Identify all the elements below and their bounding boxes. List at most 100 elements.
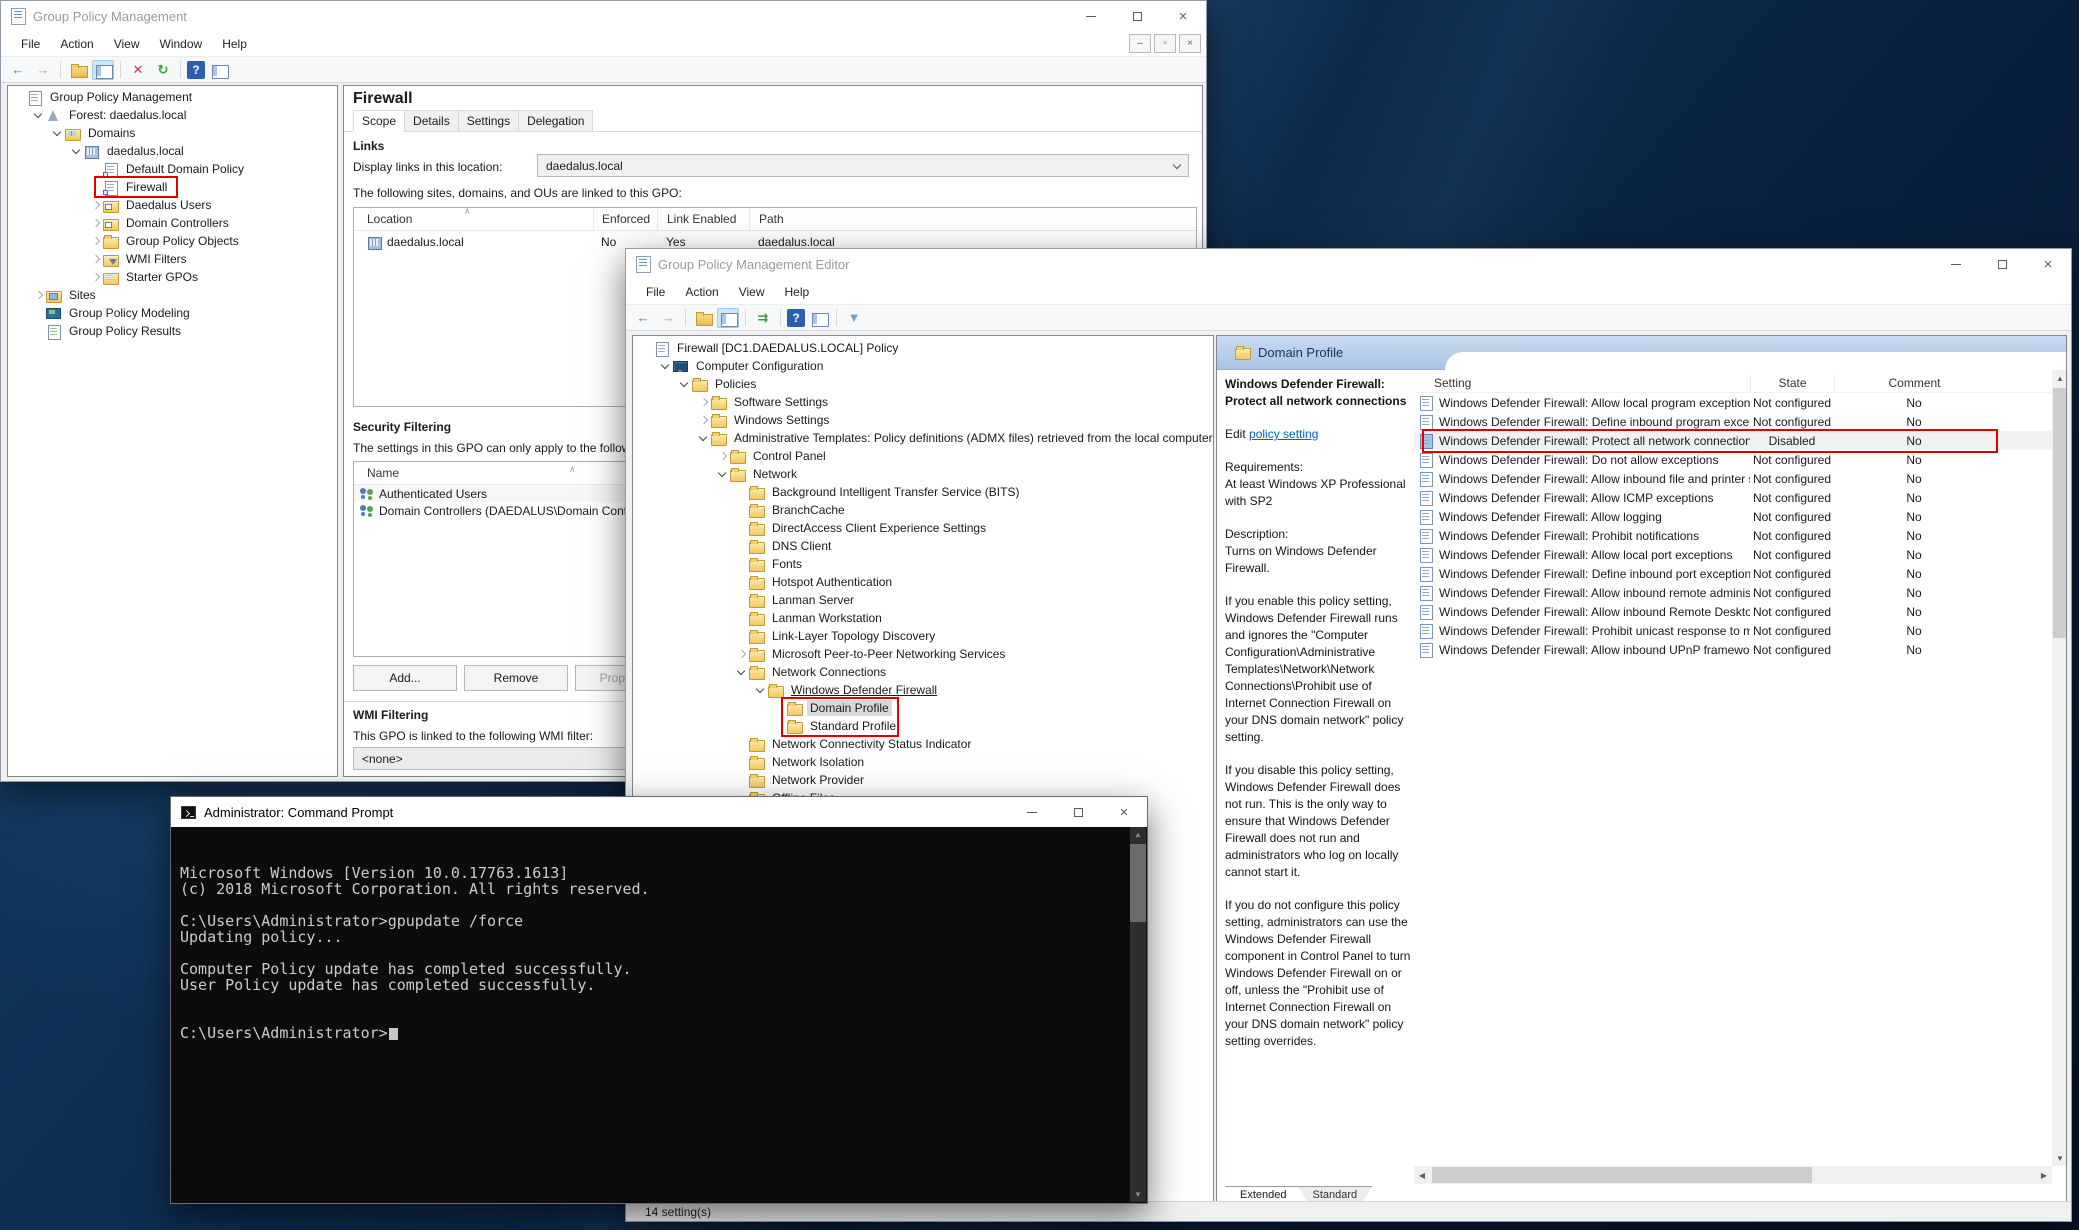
menu-window[interactable]: Window <box>150 33 213 55</box>
scroll-up-icon[interactable]: ▲ <box>2052 370 2066 386</box>
tree-item-fonts[interactable]: Fonts <box>633 555 1213 573</box>
tree-item-group-policy-modeling[interactable]: Group Policy Modeling <box>8 304 337 322</box>
tree-item-daedalus-local[interactable]: daedalus.local <box>8 142 337 160</box>
mdi-restore-button[interactable]: ▫ <box>1154 34 1176 53</box>
maximize-button[interactable] <box>1114 1 1160 31</box>
close-button[interactable]: × <box>2025 249 2071 279</box>
chevron-expanded-icon[interactable] <box>71 145 84 158</box>
setting-row-windows-defender-firewall-allow-inbound-re[interactable]: Windows Defender Firewall: Allow inbound… <box>1414 583 2052 602</box>
setting-row-windows-defender-firewall-define-inbound-p[interactable]: Windows Defender Firewall: Define inboun… <box>1414 412 2052 431</box>
close-button[interactable]: × <box>1160 1 1206 31</box>
column-comment[interactable]: Comment <box>1834 374 1994 392</box>
chevron-collapsed-icon[interactable] <box>90 235 103 248</box>
back-icon[interactable]: ← <box>7 60 29 80</box>
tree-item-firewall[interactable]: Firewall <box>8 178 337 196</box>
tree-item-domains[interactable]: Domains <box>8 124 337 142</box>
tree-item-lanman-server[interactable]: Lanman Server <box>633 591 1213 609</box>
tree-item-network-provider[interactable]: Network Provider <box>633 771 1213 789</box>
tree-item-domain-controllers[interactable]: Domain Controllers <box>8 214 337 232</box>
mdi-minimize-button[interactable]: – <box>1129 34 1151 53</box>
filter-icon[interactable]: ▼ <box>843 308 865 328</box>
delete-icon[interactable]: ✕ <box>127 60 149 80</box>
tree-item-policies[interactable]: Policies <box>633 375 1213 393</box>
export-icon[interactable]: ⇉ <box>752 308 774 328</box>
tree-item-administrative-templates-policy-definition[interactable]: Administrative Templates: Policy definit… <box>633 429 1213 447</box>
setting-row-windows-defender-firewall-prohibit-notific[interactable]: Windows Defender Firewall: Prohibit noti… <box>1414 526 2052 545</box>
menu-view[interactable]: View <box>729 281 775 303</box>
gpm-titlebar[interactable]: Group Policy Management × <box>1 1 1206 31</box>
menu-action[interactable]: Action <box>675 281 728 303</box>
display-links-dropdown[interactable]: daedalus.local <box>537 154 1189 177</box>
help-icon[interactable]: ? <box>187 60 205 79</box>
setting-row-windows-defender-firewall-prohibit-unicast[interactable]: Windows Defender Firewall: Prohibit unic… <box>1414 621 2052 640</box>
setting-row-windows-defender-firewall-allow-inbound-re[interactable]: Windows Defender Firewall: Allow inbound… <box>1414 602 2052 621</box>
tree-item-sites[interactable]: Sites <box>8 286 337 304</box>
tab-delegation[interactable]: Delegation <box>518 110 594 132</box>
setting-row-windows-defender-firewall-allow-local-prog[interactable]: Windows Defender Firewall: Allow local p… <box>1414 393 2052 412</box>
console-output[interactable]: Microsoft Windows [Version 10.0.17763.16… <box>172 827 1146 1202</box>
up-icon[interactable] <box>67 60 89 80</box>
tree-item-starter-gpos[interactable]: Starter GPOs <box>8 268 337 286</box>
chevron-collapsed-icon[interactable] <box>698 396 711 409</box>
vertical-scrollbar[interactable]: ▲ ▼ <box>2052 370 2066 1166</box>
setting-row-windows-defender-firewall-allow-local-port[interactable]: Windows Defender Firewall: Allow local p… <box>1414 545 2052 564</box>
remove-button[interactable]: Remove <box>464 665 568 691</box>
column-path[interactable]: Path <box>749 208 1196 230</box>
column-location[interactable]: Location ∧ <box>354 206 593 230</box>
minimize-button[interactable] <box>1009 797 1055 827</box>
tree-item-daedalus-users[interactable]: Daedalus Users <box>8 196 337 214</box>
tree-item-hotspot-authentication[interactable]: Hotspot Authentication <box>633 573 1213 591</box>
tree-item-wmi-filters[interactable]: WMI Filters <box>8 250 337 268</box>
tree-item-forest-daedalus-local[interactable]: Forest: daedalus.local <box>8 106 337 124</box>
menu-action[interactable]: Action <box>50 33 103 55</box>
chevron-collapsed-icon[interactable] <box>90 217 103 230</box>
refresh-icon[interactable]: ↻ <box>152 60 174 80</box>
scrollbar-thumb[interactable] <box>1432 1167 1812 1183</box>
chevron-expanded-icon[interactable] <box>660 360 673 373</box>
tree-item-domain-profile[interactable]: Domain Profile <box>633 699 1213 717</box>
tree-item-background-intelligent-transfer-service-bi[interactable]: Background Intelligent Transfer Service … <box>633 483 1213 501</box>
chevron-collapsed-icon[interactable] <box>90 199 103 212</box>
tree-item-network-connections[interactable]: Network Connections <box>633 663 1213 681</box>
menu-help[interactable]: Help <box>212 33 257 55</box>
chevron-expanded-icon[interactable] <box>717 468 730 481</box>
tree-item-network[interactable]: Network <box>633 465 1213 483</box>
tree-item-network-isolation[interactable]: Network Isolation <box>633 753 1213 771</box>
tab-details[interactable]: Details <box>404 110 459 132</box>
tree-item-windows-settings[interactable]: Windows Settings <box>633 411 1213 429</box>
chevron-expanded-icon[interactable] <box>736 666 749 679</box>
horizontal-scrollbar[interactable]: ◀ ▶ <box>1414 1166 2052 1184</box>
chevron-expanded-icon[interactable] <box>52 127 65 140</box>
tree-item-software-settings[interactable]: Software Settings <box>633 393 1213 411</box>
add-button[interactable]: Add... <box>353 665 457 691</box>
tree-item-control-panel[interactable]: Control Panel <box>633 447 1213 465</box>
gpme-titlebar[interactable]: Group Policy Management Editor × <box>626 249 2071 279</box>
setting-row-windows-defender-firewall-protect-all-netw[interactable]: Windows Defender Firewall: Protect all n… <box>1414 431 2052 450</box>
mdi-close-button[interactable]: × <box>1179 34 1201 53</box>
menu-help[interactable]: Help <box>775 281 820 303</box>
column-state[interactable]: State <box>1750 374 1834 392</box>
chevron-expanded-icon[interactable] <box>755 684 768 697</box>
up-icon[interactable] <box>692 308 714 328</box>
setting-row-windows-defender-firewall-define-inbound-p[interactable]: Windows Defender Firewall: Define inboun… <box>1414 564 2052 583</box>
setting-row-windows-defender-firewall-allow-inbound-up[interactable]: Windows Defender Firewall: Allow inbound… <box>1414 640 2052 659</box>
chevron-collapsed-icon[interactable] <box>736 648 749 661</box>
tab-scope[interactable]: Scope <box>353 110 406 132</box>
column-setting[interactable]: Setting <box>1414 374 1750 392</box>
chevron-expanded-icon[interactable] <box>679 378 692 391</box>
scroll-up-icon[interactable]: ▲ <box>1130 827 1146 842</box>
menu-file[interactable]: File <box>11 33 50 55</box>
scrollbar-thumb[interactable] <box>1130 844 1146 922</box>
maximize-button[interactable] <box>1979 249 2025 279</box>
tree-icon[interactable] <box>92 59 114 80</box>
menu-file[interactable]: File <box>636 281 675 303</box>
setting-row-windows-defender-firewall-allow-logging[interactable]: Windows Defender Firewall: Allow logging… <box>1414 507 2052 526</box>
setting-row-windows-defender-firewall-allow-inbound-fi[interactable]: Windows Defender Firewall: Allow inbound… <box>1414 469 2052 488</box>
tree-item-dns-client[interactable]: DNS Client <box>633 537 1213 555</box>
chevron-expanded-icon[interactable] <box>698 432 711 445</box>
minimize-button[interactable] <box>1933 249 1979 279</box>
menu-view[interactable]: View <box>104 33 150 55</box>
help-icon[interactable]: ? <box>787 308 805 327</box>
tree-item-standard-profile[interactable]: Standard Profile <box>633 717 1213 735</box>
chevron-collapsed-icon[interactable] <box>33 289 46 302</box>
